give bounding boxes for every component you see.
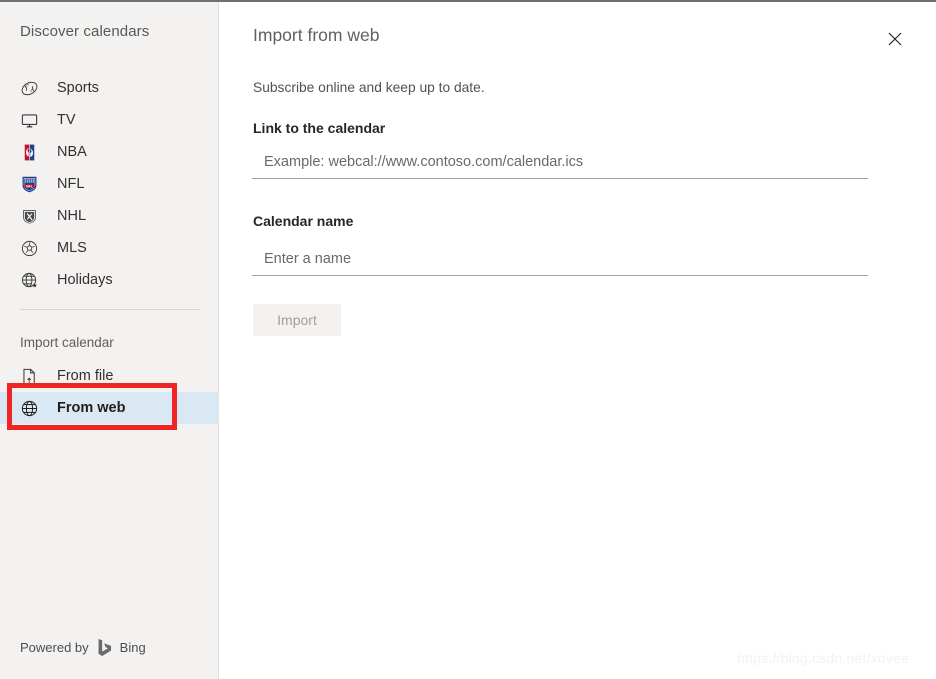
sidebar-item-label: NFL [57, 176, 85, 192]
nhl-logo-icon [19, 206, 39, 226]
page-title: Import from web [253, 25, 380, 45]
sidebar-item-label: Sports [57, 80, 99, 96]
nba-logo-icon [19, 142, 39, 162]
sidebar-item-nhl[interactable]: NHL [0, 200, 219, 232]
globe-star-icon [19, 270, 39, 290]
bing-logo-icon [97, 638, 113, 657]
sidebar-item-label: Holidays [57, 272, 113, 288]
discover-calendars-list: Sports TV NBA NFL NFL NHL MLS Holidays [0, 72, 219, 296]
sidebar: Discover calendars Sports TV NBA NFL NFL… [0, 2, 219, 679]
watermark-text: https://blog.csdn.net/xovee [737, 650, 909, 666]
import-calendar-list: From file From web [0, 360, 219, 424]
sidebar-title: Discover calendars [20, 23, 150, 40]
sidebar-item-label: From web [57, 400, 126, 416]
sidebar-item-sports[interactable]: Sports [0, 72, 219, 104]
nfl-logo-icon: NFL [19, 174, 39, 194]
soccer-ball-icon [19, 238, 39, 258]
sidebar-item-from-file[interactable]: From file [0, 360, 219, 392]
bing-brand-label: Bing [119, 640, 146, 655]
sidebar-item-label: From file [57, 368, 114, 384]
sidebar-item-holidays[interactable]: Holidays [0, 264, 219, 296]
powered-by-bing: Powered by Bing [20, 638, 146, 657]
import-button[interactable]: Import [253, 304, 341, 336]
calendar-link-input[interactable] [252, 148, 868, 179]
sidebar-item-label: MLS [57, 240, 87, 256]
sidebar-item-nfl[interactable]: NFL NFL [0, 168, 219, 200]
calendar-name-input[interactable] [252, 245, 868, 276]
main-pane: Import from web Subscribe online and kee… [220, 2, 936, 679]
pane-subtitle: Subscribe online and keep up to date. [253, 80, 485, 95]
sidebar-item-mls[interactable]: MLS [0, 232, 219, 264]
sidebar-item-from-web[interactable]: From web [0, 392, 219, 424]
calendar-name-field-label: Calendar name [253, 213, 354, 229]
file-upload-icon [19, 366, 39, 386]
link-field-label: Link to the calendar [253, 120, 386, 136]
sidebar-item-label: NHL [57, 208, 87, 224]
close-icon[interactable] [876, 20, 914, 58]
sidebar-item-label: TV [57, 112, 76, 128]
sidebar-divider [20, 309, 200, 310]
sidebar-item-tv[interactable]: TV [0, 104, 219, 136]
sidebar-item-nba[interactable]: NBA [0, 136, 219, 168]
sidebar-item-label: NBA [57, 144, 87, 160]
baseball-icon [19, 78, 39, 98]
import-calendar-dialog: Discover calendars Sports TV NBA NFL NFL… [0, 0, 936, 679]
globe-icon [19, 398, 39, 418]
powered-by-label: Powered by [20, 640, 89, 655]
import-calendar-section-label: Import calendar [20, 335, 114, 350]
tv-monitor-icon [19, 110, 39, 130]
svg-text:NFL: NFL [26, 184, 34, 188]
